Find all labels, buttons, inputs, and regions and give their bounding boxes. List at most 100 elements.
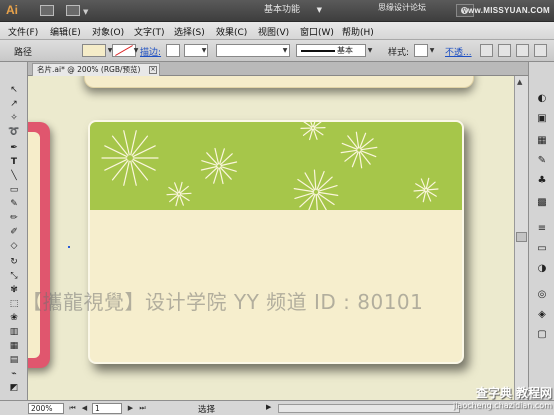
- menu-edit[interactable]: 编辑(E): [50, 25, 81, 38]
- last-artboard-icon[interactable]: ⏭: [138, 403, 147, 414]
- scroll-up-icon[interactable]: ▲: [517, 78, 522, 86]
- selection-tool[interactable]: ↖: [6, 84, 22, 96]
- blob-brush-tool[interactable]: ✐: [6, 226, 22, 238]
- menu-object[interactable]: 对象(O): [92, 25, 124, 38]
- document-tab-label: 名片.ai* @ 200% (RGB/预览): [37, 65, 141, 74]
- variable-width-profile[interactable]: [216, 44, 290, 57]
- stroke-icon[interactable]: ≡: [535, 222, 549, 236]
- artboard-canvas[interactable]: 【攜龍視覺】设计学院 YY 频道 ID : 80101: [28, 76, 514, 400]
- artboards-icon[interactable]: ▢: [535, 328, 549, 342]
- graph-tool[interactable]: ▥: [6, 326, 22, 338]
- document-tab[interactable]: 名片.ai* @ 200% (RGB/预览) ×: [32, 63, 160, 76]
- workspace-label: 基本功能: [264, 5, 301, 15]
- menu-type[interactable]: 文字(T): [134, 25, 165, 38]
- mesh-tool[interactable]: ▦: [6, 340, 22, 352]
- menu-window[interactable]: 窗口(W): [300, 25, 334, 38]
- document-tab-bar: 名片.ai* @ 200% (RGB/预览) ×: [28, 62, 528, 76]
- transform-icon[interactable]: [516, 44, 529, 57]
- starburst-icon: [101, 130, 159, 186]
- illustrator-logo: Ai: [6, 3, 18, 17]
- pencil-tool[interactable]: ✏: [6, 212, 22, 224]
- swatches-icon[interactable]: ▦: [535, 134, 549, 148]
- lasso-tool[interactable]: ➰: [6, 126, 22, 138]
- gradient-tool[interactable]: ▤: [6, 354, 22, 366]
- brush-definition[interactable]: 基本: [296, 44, 366, 57]
- brushes-icon[interactable]: ✎: [535, 154, 549, 168]
- watermark-top: www.MISSYUAN.COM: [461, 6, 550, 15]
- opacity-link[interactable]: 不透...: [445, 45, 472, 58]
- anchor-point[interactable]: [68, 246, 70, 248]
- panel-dock: ◐ ▣ ▦ ✎ ♣ ▩ ≡ ▭ ◑ ◎ ◈ ▢: [528, 62, 554, 400]
- chevron-down-icon[interactable]: ▼: [132, 44, 140, 57]
- chevron-down-icon[interactable]: ▼: [83, 8, 88, 16]
- warp-tool[interactable]: ✾: [6, 284, 22, 296]
- starburst-icon: [413, 177, 439, 203]
- paintbrush-tool[interactable]: ✎: [6, 198, 22, 210]
- type-tool[interactable]: T: [6, 156, 22, 168]
- starburst-icon: [200, 147, 238, 185]
- menu-file[interactable]: 文件(F): [8, 25, 38, 38]
- chevron-right-icon[interactable]: ▶: [266, 403, 271, 411]
- close-icon[interactable]: ×: [149, 66, 157, 74]
- eraser-tool[interactable]: ◇: [6, 240, 22, 252]
- business-card[interactable]: [88, 120, 464, 364]
- line-tool[interactable]: ╲: [6, 170, 22, 182]
- watermark-line-2: jiaocheng.chazidian.com: [452, 401, 552, 410]
- arrange-documents-icon[interactable]: [66, 5, 80, 16]
- fill-swatch[interactable]: [82, 44, 106, 57]
- line-sample-icon: [301, 50, 335, 52]
- transparency-icon[interactable]: ◑: [535, 262, 549, 276]
- stroke-link[interactable]: 描边:: [140, 45, 161, 58]
- layers-icon[interactable]: ◈: [535, 308, 549, 322]
- starburst-icon: [293, 169, 339, 210]
- control-bar: 路径 ▼ ▼ 描边: ▼ ▼ 基本 ▼ 样式: ▼ 不透...: [0, 40, 554, 62]
- zoom-field[interactable]: 200%: [28, 403, 64, 414]
- watermark-line-1: 查字典 教程网: [475, 386, 552, 400]
- menu-select[interactable]: 选择(S): [174, 25, 205, 38]
- scale-tool[interactable]: ⤡: [6, 270, 22, 282]
- menu-bar: 文件(F) 编辑(E) 对象(O) 文字(T) 选择(S) 效果(C) 视图(V…: [0, 22, 554, 40]
- eyedropper-tool[interactable]: ⌁: [6, 368, 22, 380]
- graphic-style-swatch[interactable]: [414, 44, 428, 57]
- chevron-down-icon[interactable]: ▼: [428, 44, 436, 57]
- starburst-decoration: [101, 122, 439, 210]
- site-label: 思缘设计论坛: [378, 3, 426, 12]
- business-card-back-top: [84, 76, 474, 88]
- brush-label: 基本: [337, 46, 353, 55]
- artboard-number-field[interactable]: 1: [92, 403, 122, 414]
- appearance-icon[interactable]: ◎: [535, 288, 549, 302]
- symbols-icon[interactable]: ♣: [535, 174, 549, 188]
- pen-tool[interactable]: ✒: [6, 142, 22, 154]
- chevron-down-icon[interactable]: ▼: [366, 44, 374, 57]
- direct-selection-tool[interactable]: ↗: [6, 98, 22, 110]
- rectangle-tool[interactable]: ▭: [6, 184, 22, 196]
- menu-view[interactable]: 视图(V): [258, 25, 289, 38]
- chevron-down-icon[interactable]: ▼: [200, 44, 208, 57]
- workspace-switcher[interactable]: 基本功能 ▼: [264, 3, 322, 18]
- card-header-band: [90, 122, 462, 210]
- gradient-icon[interactable]: ▭: [535, 242, 549, 256]
- next-artboard-icon[interactable]: ▶: [126, 403, 135, 414]
- menu-help[interactable]: 帮助(H): [342, 25, 374, 38]
- color-guide-icon[interactable]: ▣: [535, 112, 549, 126]
- stroke-weight-stepper[interactable]: [166, 44, 180, 57]
- first-artboard-icon[interactable]: ⏮: [68, 403, 77, 414]
- magic-wand-tool[interactable]: ✧: [6, 112, 22, 124]
- align-icon[interactable]: [498, 44, 511, 57]
- color-panel-icon[interactable]: ◐: [535, 92, 549, 106]
- free-transform-tool[interactable]: ⬚: [6, 298, 22, 310]
- vertical-scrollbar[interactable]: ▲ ▼: [514, 76, 528, 400]
- rotate-tool[interactable]: ↻: [6, 256, 22, 268]
- recolor-artwork-icon[interactable]: [480, 44, 493, 57]
- previous-artboard-icon[interactable]: ◀: [80, 403, 89, 414]
- tools-panel: ↖ ↗ ✧ ➰ ✒ T ╲ ▭ ✎ ✏ ✐ ◇ ↻ ⤡ ✾ ⬚ ❀ ▥ ▦ ▤ …: [0, 62, 28, 400]
- style-label: 样式:: [388, 48, 410, 58]
- symbol-sprayer-tool[interactable]: ❀: [6, 312, 22, 324]
- scroll-thumb[interactable]: [516, 232, 527, 242]
- panel-menu-icon[interactable]: [534, 44, 547, 57]
- fill-stroke-icon[interactable]: ◩: [6, 382, 22, 394]
- chevron-down-icon[interactable]: ▼: [281, 44, 289, 57]
- bridge-icon[interactable]: [40, 5, 54, 16]
- graphic-styles-icon[interactable]: ▩: [535, 196, 549, 210]
- menu-effect[interactable]: 效果(C): [216, 25, 247, 38]
